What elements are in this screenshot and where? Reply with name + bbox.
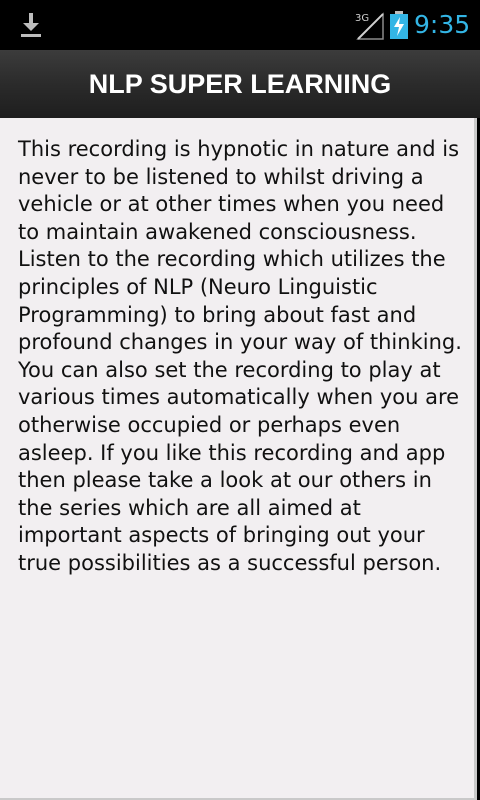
network-type-label: 3G (355, 13, 369, 24)
app-title: NLP SUPER LEARNING (88, 68, 392, 99)
signal-icon: 3G (355, 12, 384, 40)
description-text: This recording is hypnotic in nature and… (18, 137, 462, 575)
download-icon[interactable] (18, 10, 44, 40)
battery-charging-icon (390, 11, 408, 39)
content-area[interactable]: This recording is hypnotic in nature and… (0, 118, 477, 800)
status-bar: 3G 9:35 (0, 0, 480, 50)
title-bar: NLP SUPER LEARNING (0, 50, 480, 118)
status-clock: 9:35 (414, 10, 471, 39)
